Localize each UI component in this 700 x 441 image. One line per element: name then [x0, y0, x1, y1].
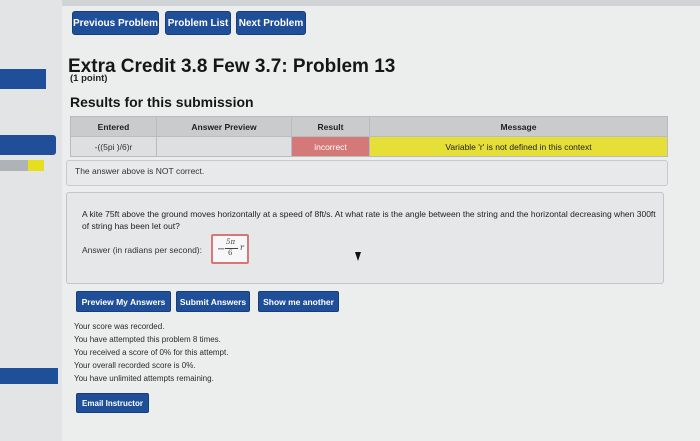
- answer-variable: r: [240, 243, 244, 252]
- answer-input[interactable]: − 5π 6 r: [211, 234, 249, 264]
- sidebar-indicator: [0, 160, 28, 171]
- left-sidebar: [0, 0, 62, 441]
- message-cell: Variable 'r' is not defined in this cont…: [369, 136, 668, 157]
- points-label: (1 point): [70, 73, 108, 84]
- answer-minus: −: [217, 244, 226, 255]
- col-message: Message: [369, 116, 668, 137]
- results-heading: Results for this submission: [70, 94, 254, 110]
- entered-cell: -((5pi )/6)r: [70, 136, 157, 157]
- show-another-button[interactable]: Show me another: [258, 291, 339, 312]
- top-bar: [62, 0, 700, 6]
- overall-score-text: Your overall recorded score is 0%.: [74, 361, 196, 370]
- email-instructor-button[interactable]: Email Instructor: [76, 393, 149, 413]
- remaining-attempts-text: You have unlimited attempts remaining.: [74, 374, 214, 383]
- problem-text: A kite 75ft above the ground moves horiz…: [82, 209, 656, 231]
- previous-problem-button[interactable]: Previous Problem: [72, 11, 159, 35]
- next-problem-button[interactable]: Next Problem: [236, 11, 306, 35]
- preview-cell: [156, 136, 292, 157]
- problem-container: A kite 75ft above the ground moves horiz…: [66, 192, 664, 284]
- sidebar-item[interactable]: [0, 368, 58, 384]
- sidebar-item-active[interactable]: [0, 69, 46, 89]
- answer-numerator: 5π: [226, 238, 236, 246]
- mouse-cursor-icon: [355, 252, 361, 261]
- preview-answers-button[interactable]: Preview My Answers: [76, 291, 171, 312]
- table-row: -((5pi )/6)r incorrect Variable 'r' is n…: [70, 136, 668, 157]
- status-message: The answer above is NOT correct.: [66, 160, 668, 186]
- score-summary: Your score was recorded. You have attemp…: [74, 320, 228, 385]
- main-content: Previous Problem Problem List Next Probl…: [62, 0, 700, 441]
- table-header-row: Entered Answer Preview Result Message: [70, 116, 668, 137]
- problem-list-button[interactable]: Problem List: [165, 11, 231, 35]
- answer-denominator: 6: [228, 249, 233, 257]
- col-answer-preview: Answer Preview: [156, 116, 292, 137]
- score-recorded-text: Your score was recorded.: [74, 322, 165, 331]
- result-cell: incorrect: [291, 136, 370, 157]
- attempts-text: You have attempted this problem 8 times.: [74, 335, 221, 344]
- submit-answers-button[interactable]: Submit Answers: [176, 291, 250, 312]
- col-result: Result: [291, 116, 370, 137]
- page-title: Extra Credit 3.8 Few 3.7: Problem 13: [68, 56, 396, 77]
- results-table: Entered Answer Preview Result Message -(…: [70, 116, 668, 157]
- col-entered: Entered: [70, 116, 157, 137]
- attempt-score-text: You received a score of 0% for this atte…: [74, 348, 229, 357]
- sidebar-item[interactable]: [0, 135, 56, 155]
- sidebar-indicator-yellow: [28, 160, 44, 171]
- answer-label: Answer (in radians per second):: [82, 245, 203, 255]
